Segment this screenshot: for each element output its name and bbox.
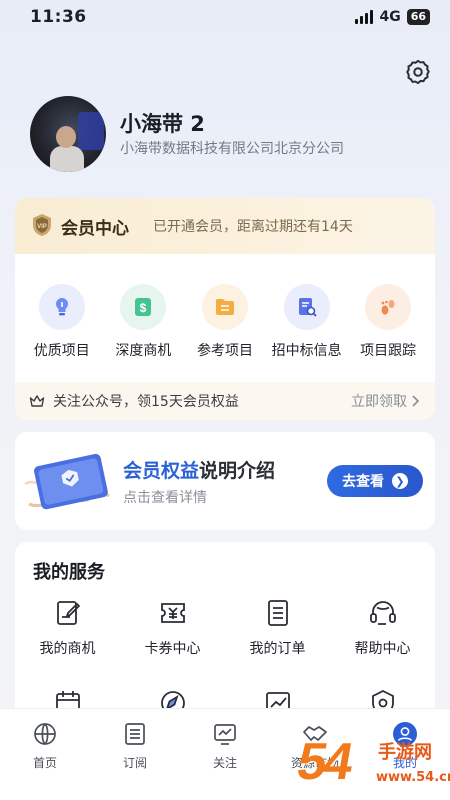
vip-badge-icon: VIP — [33, 214, 51, 236]
service-coupon-center[interactable]: 卡券中心 — [120, 598, 225, 658]
avatar[interactable] — [30, 96, 106, 172]
user-company: 小海带数据科技有限公司北京分公司 — [120, 141, 344, 157]
footprints-icon — [365, 284, 412, 330]
watermark-number: 54 — [292, 733, 355, 791]
crown-icon — [29, 395, 45, 407]
network-type: 4G — [379, 9, 401, 25]
gear-icon[interactable] — [404, 58, 432, 86]
view-benefits-button[interactable]: 去查看 ❯ — [327, 465, 423, 497]
battery-icon: 66 — [406, 9, 430, 25]
search-document-icon — [283, 284, 330, 330]
monitor-eye-icon — [214, 724, 236, 745]
service-label: 我的商机 — [39, 641, 96, 657]
signal-icon — [355, 10, 374, 24]
edit-document-icon — [56, 601, 80, 625]
tab-follow[interactable]: 关注 — [180, 709, 270, 800]
tab-label: 首页 — [32, 756, 57, 770]
view-benefits-label: 去查看 — [342, 474, 384, 490]
member-benefits-card[interactable]: 会员权益说明介绍 点击查看详情 去查看 ❯ — [15, 432, 435, 530]
arrow-right-icon: ❯ — [392, 473, 408, 489]
promo-text: 关注公众号，领15天会员权益 — [53, 394, 239, 410]
benefit-title-highlight: 会员权益 — [123, 460, 200, 482]
member-quick-actions: 优质项目 $ 深度商机 参考项目 招中标信息 项目跟踪 — [15, 284, 435, 360]
benefit-subtitle: 点击查看详情 — [123, 490, 207, 506]
chevron-right-icon — [412, 395, 420, 407]
service-my-business[interactable]: 我的商机 — [15, 598, 120, 658]
quick-action-reference-projects[interactable]: 参考项目 — [185, 284, 265, 360]
service-label: 我的订单 — [249, 641, 306, 657]
list-icon — [125, 723, 145, 745]
status-bar: 11:36 4G 66 — [0, 0, 450, 34]
svg-text:$: $ — [140, 301, 147, 315]
watermark-text: 手游网 — [378, 742, 432, 763]
member-center-header[interactable]: VIP 会员中心 已开通会员，距离过期还有14天 — [15, 198, 435, 254]
lightbulb-icon — [38, 284, 85, 330]
quick-action-bidding-info[interactable]: 招中标信息 — [267, 284, 347, 360]
claim-now-link[interactable]: 立即领取 — [351, 391, 421, 411]
benefit-title: 会员权益说明介绍 — [123, 456, 275, 483]
tab-label: 关注 — [212, 756, 237, 770]
dollar-document-icon: $ — [120, 284, 167, 330]
globe-icon — [34, 723, 56, 745]
tab-label: 订阅 — [122, 756, 147, 770]
member-card-illustration — [24, 453, 110, 510]
headset-icon — [369, 601, 396, 625]
services-title: 我的服务 — [33, 562, 105, 583]
site-watermark: 54 手游网 www.54.cn — [293, 732, 450, 798]
order-list-icon — [267, 600, 288, 626]
coupon-icon — [160, 603, 185, 623]
member-center-card: VIP 会员中心 已开通会员，距离过期还有14天 优质项目 $ 深度商机 参考项… — [15, 198, 435, 420]
svg-text:VIP: VIP — [37, 224, 47, 230]
benefit-title-rest: 说明介绍 — [199, 460, 276, 482]
status-time: 11:36 — [30, 7, 87, 27]
member-status: 已开通会员，距离过期还有14天 — [153, 219, 353, 235]
folder-icon — [201, 284, 248, 330]
official-account-promo[interactable]: 关注公众号，领15天会员权益 立即领取 — [15, 382, 435, 420]
member-center-title: 会员中心 — [61, 219, 129, 239]
claim-now-label: 立即领取 — [351, 394, 407, 410]
service-label: 卡券中心 — [144, 641, 201, 657]
quick-action-label: 招中标信息 — [271, 343, 342, 359]
quick-action-deep-business[interactable]: $ 深度商机 — [103, 284, 183, 360]
watermark-url: www.54.cn — [376, 770, 450, 785]
quick-action-label: 参考项目 — [196, 343, 253, 359]
service-my-orders[interactable]: 我的订单 — [225, 598, 330, 658]
quick-action-label: 深度商机 — [115, 343, 172, 359]
status-indicators: 4G 66 — [355, 9, 430, 25]
quick-action-project-tracking[interactable]: 项目跟踪 — [348, 284, 428, 360]
tab-subscribe[interactable]: 订阅 — [90, 709, 180, 800]
user-name: 小海带 2 — [120, 112, 205, 136]
service-label: 帮助中心 — [354, 641, 411, 657]
quick-action-quality-projects[interactable]: 优质项目 — [22, 284, 102, 360]
quick-action-label: 优质项目 — [33, 343, 90, 359]
quick-action-label: 项目跟踪 — [360, 343, 417, 359]
service-help-center[interactable]: 帮助中心 — [330, 598, 435, 658]
tab-home[interactable]: 首页 — [0, 709, 90, 800]
